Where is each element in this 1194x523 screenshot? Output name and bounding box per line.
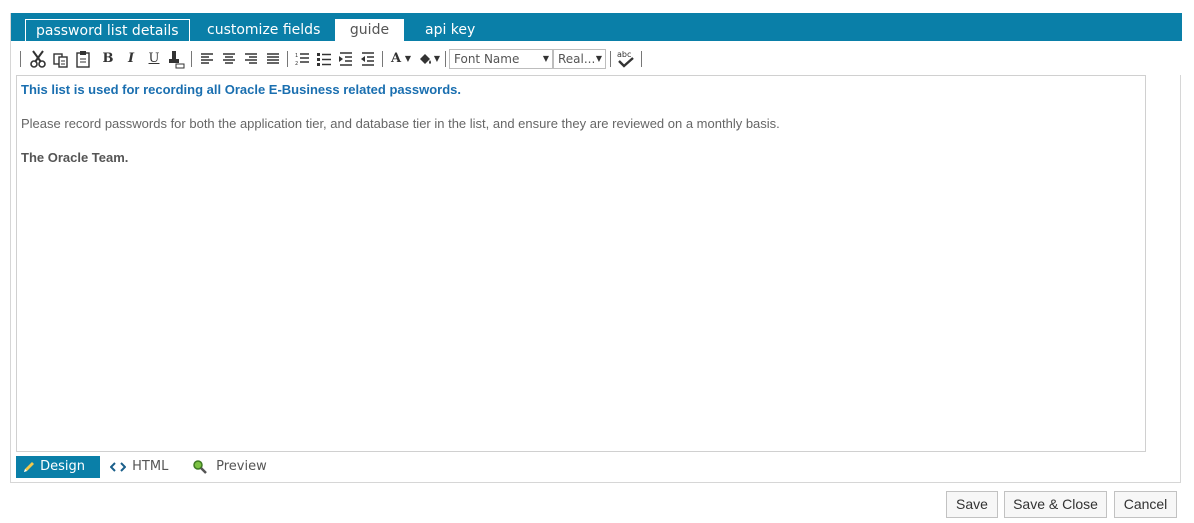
font-color-dropdown-icon[interactable]: ▼ (404, 49, 412, 69)
align-right-icon[interactable] (243, 49, 259, 69)
align-left-icon[interactable] (199, 49, 215, 69)
pencil-icon (22, 460, 36, 474)
tab-guide[interactable]: guide (335, 19, 404, 41)
copy-icon[interactable] (53, 49, 69, 69)
toolbar-separator (287, 51, 288, 67)
svg-text:1: 1 (295, 53, 298, 59)
chevron-down-icon: ▼ (595, 54, 602, 63)
chevron-down-icon: ▼ (542, 54, 549, 63)
toolbar-separator (382, 51, 383, 67)
code-icon (110, 460, 128, 474)
save-and-close-button[interactable]: Save & Close (1004, 491, 1107, 518)
preview-mode-label: Preview (216, 459, 267, 474)
spellcheck-icon[interactable]: abc (615, 49, 637, 69)
paste-icon[interactable] (75, 49, 91, 69)
bold-button[interactable]: B (101, 49, 115, 69)
numbered-list-icon[interactable]: 1 2 (294, 49, 310, 69)
guide-heading-text: This list is used for recording all Orac… (21, 82, 461, 97)
guide-signature-text: The Oracle Team. (21, 150, 129, 165)
toolbar-separator (641, 51, 642, 67)
cut-icon[interactable] (29, 49, 47, 69)
html-mode-label: HTML (132, 459, 169, 474)
editor-toolbar: B I U 1 2 A ▼ ▼ Font Name ▼ Real... ▼ ab… (11, 41, 1182, 75)
align-center-icon[interactable] (221, 49, 237, 69)
justify-icon[interactable] (265, 49, 281, 69)
spellcheck-label: abc (617, 50, 631, 59)
html-mode-tab[interactable]: HTML (104, 456, 174, 478)
indent-icon[interactable] (338, 49, 354, 69)
guide-body-text: Please record passwords for both the app… (21, 116, 780, 131)
tab-password-list-details[interactable]: password list details (25, 19, 190, 41)
rich-text-editor-area[interactable]: This list is used for recording all Orac… (16, 75, 1146, 452)
toolbar-separator (610, 51, 611, 67)
outdent-icon[interactable] (360, 49, 376, 69)
toolbar-separator (191, 51, 192, 67)
bullet-list-icon[interactable] (316, 49, 332, 69)
toolbar-separator (445, 51, 446, 67)
design-mode-label: Design (40, 459, 86, 474)
highlight-color-icon[interactable] (417, 49, 433, 69)
preview-mode-tab[interactable]: Preview (186, 456, 267, 478)
font-name-select[interactable]: Font Name ▼ (449, 49, 553, 69)
design-mode-tab[interactable]: Design (16, 456, 100, 478)
tab-api-key[interactable]: api key (415, 19, 485, 41)
tab-bar: password list details customize fields g… (11, 13, 1182, 41)
font-name-value: Font Name (454, 52, 520, 66)
highlight-dropdown-icon[interactable]: ▼ (433, 49, 441, 69)
toolbar-separator (20, 51, 21, 67)
font-size-select[interactable]: Real... ▼ (553, 49, 606, 69)
format-painter-icon[interactable] (167, 49, 185, 69)
magnifier-icon (192, 459, 212, 475)
font-color-button[interactable]: A (389, 49, 403, 69)
tab-customize-fields[interactable]: customize fields (197, 19, 330, 41)
underline-button[interactable]: U (147, 49, 161, 69)
save-button[interactable]: Save (946, 491, 998, 518)
italic-button[interactable]: I (124, 49, 138, 69)
svg-text:2: 2 (295, 61, 298, 67)
font-size-value: Real... (558, 52, 596, 66)
editor-panel: password list details customize fields g… (10, 13, 1182, 483)
cancel-button[interactable]: Cancel (1114, 491, 1177, 518)
